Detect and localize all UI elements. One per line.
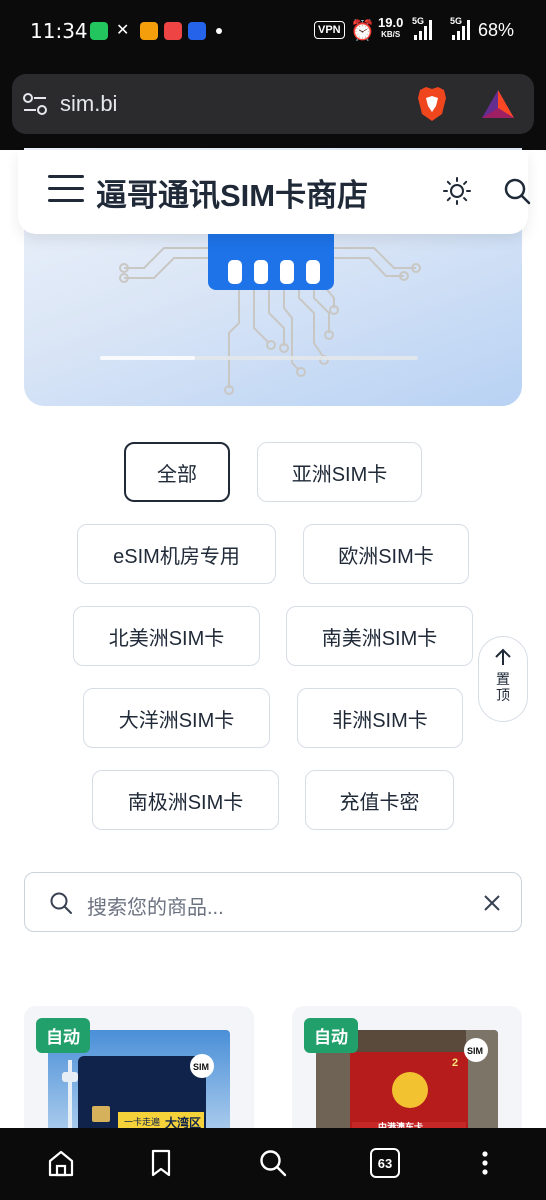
bookmark-icon[interactable] (146, 1148, 176, 1178)
category-chip-europe[interactable]: 欧洲SIM卡 (303, 524, 469, 584)
category-chip-south-america[interactable]: 南美洲SIM卡 (286, 606, 473, 666)
category-chip-oceania[interactable]: 大洋洲SIM卡 (83, 688, 270, 748)
product-search[interactable]: 搜索您的商品... (24, 872, 522, 932)
category-chip-africa[interactable]: 非洲SIM卡 (297, 688, 463, 748)
brave-shields-icon[interactable] (412, 84, 452, 124)
search-icon[interactable] (258, 1148, 288, 1178)
search-icon[interactable] (502, 176, 532, 206)
wechat-icon (90, 22, 108, 40)
app-icon (188, 22, 206, 40)
notification-dot-icon (216, 28, 222, 34)
browser-bottom-nav: 63 (0, 1128, 546, 1200)
search-input[interactable]: 搜索您的商品... (87, 891, 224, 920)
network-speed: 19.0 KB/S (378, 15, 404, 41)
site-settings-icon[interactable] (22, 92, 48, 116)
card-slogan: 一卡走遍 (124, 1116, 160, 1127)
tabs-icon[interactable]: 63 (370, 1148, 400, 1178)
more-icon[interactable] (470, 1148, 500, 1178)
theme-toggle-icon[interactable] (442, 176, 472, 206)
category-chip-asia[interactable]: 亚洲SIM卡 (257, 442, 422, 502)
address-bar[interactable]: sim.bi (12, 74, 534, 134)
product-card[interactable]: 自动 一卡走遍 大湾区 SIM (24, 1006, 254, 1146)
browser-toolbar: sim.bi (0, 62, 546, 150)
card-price: 2 (452, 1057, 458, 1069)
clear-icon[interactable] (481, 892, 503, 914)
category-chip-recharge[interactable]: 充值卡密 (305, 770, 454, 830)
arrow-up-icon (495, 648, 511, 665)
sim-logo: SIM (193, 1062, 209, 1072)
banner-slider-indicator[interactable] (100, 356, 418, 360)
site-title[interactable]: 逼哥通讯SIM卡商店 (96, 170, 368, 215)
brave-rewards-icon[interactable] (478, 84, 518, 124)
category-chip-north-america[interactable]: 北美洲SIM卡 (73, 606, 260, 666)
category-chip-esim[interactable]: eSIM机房专用 (77, 524, 276, 584)
back-to-top-label: 置顶 (496, 671, 510, 703)
home-icon[interactable] (46, 1148, 76, 1178)
category-chip-antarctica[interactable]: 南极洲SIM卡 (92, 770, 279, 830)
product-card[interactable]: 自动 中港澳车卡 2 SIM (292, 1006, 522, 1146)
status-bar: 11:34 ✕ VPN ⏰ 19.0 KB/S 5G 5G 68% (0, 0, 546, 62)
slider-progress (100, 356, 196, 360)
menu-icon[interactable] (48, 175, 84, 205)
status-time: 11:34 (30, 19, 88, 43)
back-to-top-button[interactable]: 置顶 (478, 636, 528, 722)
sim-logo: SIM (467, 1046, 483, 1056)
app-icon (164, 22, 182, 40)
speed-unit: KB/S (381, 30, 401, 39)
category-chip-all[interactable]: 全部 (124, 442, 230, 502)
signal-icon (452, 20, 470, 40)
site-header: 逼哥通讯SIM卡商店 (18, 150, 531, 234)
x-icon: ✕ (116, 22, 130, 39)
search-icon (50, 892, 72, 914)
url-text[interactable]: sim.bi (60, 91, 117, 117)
alarm-icon: ⏰ (350, 20, 375, 42)
battery-level: 68% (478, 20, 515, 40)
speed-value: 19.0 (378, 15, 404, 30)
auto-badge: 自动 (36, 1018, 90, 1053)
auto-badge: 自动 (304, 1018, 358, 1053)
vpn-badge: VPN (314, 21, 345, 39)
signal-icon (414, 20, 432, 40)
app-icon (140, 22, 158, 40)
